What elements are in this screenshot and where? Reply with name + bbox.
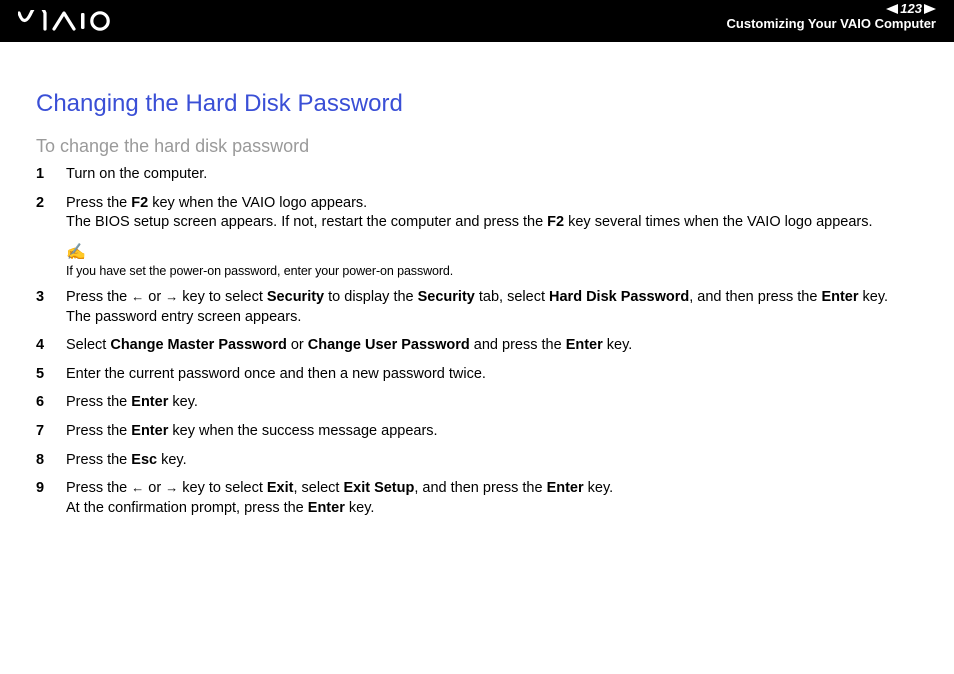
page-nav: 123 Customizing Your VAIO Computer <box>727 2 936 32</box>
header-bar: 123 Customizing Your VAIO Computer <box>0 0 954 42</box>
page-number: 123 <box>900 2 922 17</box>
step-8: 8 Press the Esc key. <box>36 451 918 471</box>
step-text: Press the Esc key. <box>66 451 918 471</box>
section-label: Customizing Your VAIO Computer <box>727 17 936 32</box>
step-6: 6 Press the Enter key. <box>36 393 918 413</box>
content-area: Changing the Hard Disk Password To chang… <box>0 42 954 518</box>
step-text: Press the Enter key when the success mes… <box>66 422 918 442</box>
page-title: Changing the Hard Disk Password <box>36 90 918 118</box>
right-arrow-icon: → <box>165 289 178 304</box>
note-text: If you have set the power-on password, e… <box>66 263 918 280</box>
note-pencil-icon: ✍ <box>66 242 918 264</box>
step-text: Press the ← or → key to select Security … <box>66 288 918 327</box>
right-arrow-icon: → <box>165 480 178 495</box>
page-subtitle: To change the hard disk password <box>36 136 918 157</box>
left-arrow-icon: ← <box>131 480 144 495</box>
vaio-logo <box>18 10 128 32</box>
note-block: ✍ If you have set the power-on password,… <box>66 242 918 280</box>
step-3: 3 Press the ← or → key to select Securit… <box>36 288 918 327</box>
step-7: 7 Press the Enter key when the success m… <box>36 422 918 442</box>
left-arrow-icon: ← <box>131 289 144 304</box>
step-number: 5 <box>36 365 66 385</box>
step-number: 8 <box>36 451 66 471</box>
step-number: 3 <box>36 288 66 308</box>
step-text: Press the F2 key when the VAIO logo appe… <box>66 194 918 233</box>
step-number: 4 <box>36 336 66 356</box>
step-number: 6 <box>36 393 66 413</box>
step-text: Turn on the computer. <box>66 165 918 185</box>
step-number: 2 <box>36 194 66 214</box>
step-4: 4 Select Change Master Password or Chang… <box>36 336 918 356</box>
step-text: Press the ← or → key to select Exit, sel… <box>66 479 918 518</box>
step-number: 9 <box>36 479 66 499</box>
prev-page-arrow-icon[interactable] <box>886 4 898 14</box>
step-1: 1 Turn on the computer. <box>36 165 918 185</box>
step-number: 7 <box>36 422 66 442</box>
step-text: Enter the current password once and then… <box>66 365 918 385</box>
step-5: 5 Enter the current password once and th… <box>36 365 918 385</box>
step-number: 1 <box>36 165 66 185</box>
step-9: 9 Press the ← or → key to select Exit, s… <box>36 479 918 518</box>
step-text: Select Change Master Password or Change … <box>66 336 918 356</box>
step-text: Press the Enter key. <box>66 393 918 413</box>
vaio-logo-svg <box>18 10 128 32</box>
next-page-arrow-icon[interactable] <box>924 4 936 14</box>
step-list: 1 Turn on the computer. 2 Press the F2 k… <box>36 165 918 518</box>
step-2: 2 Press the F2 key when the VAIO logo ap… <box>36 194 918 233</box>
